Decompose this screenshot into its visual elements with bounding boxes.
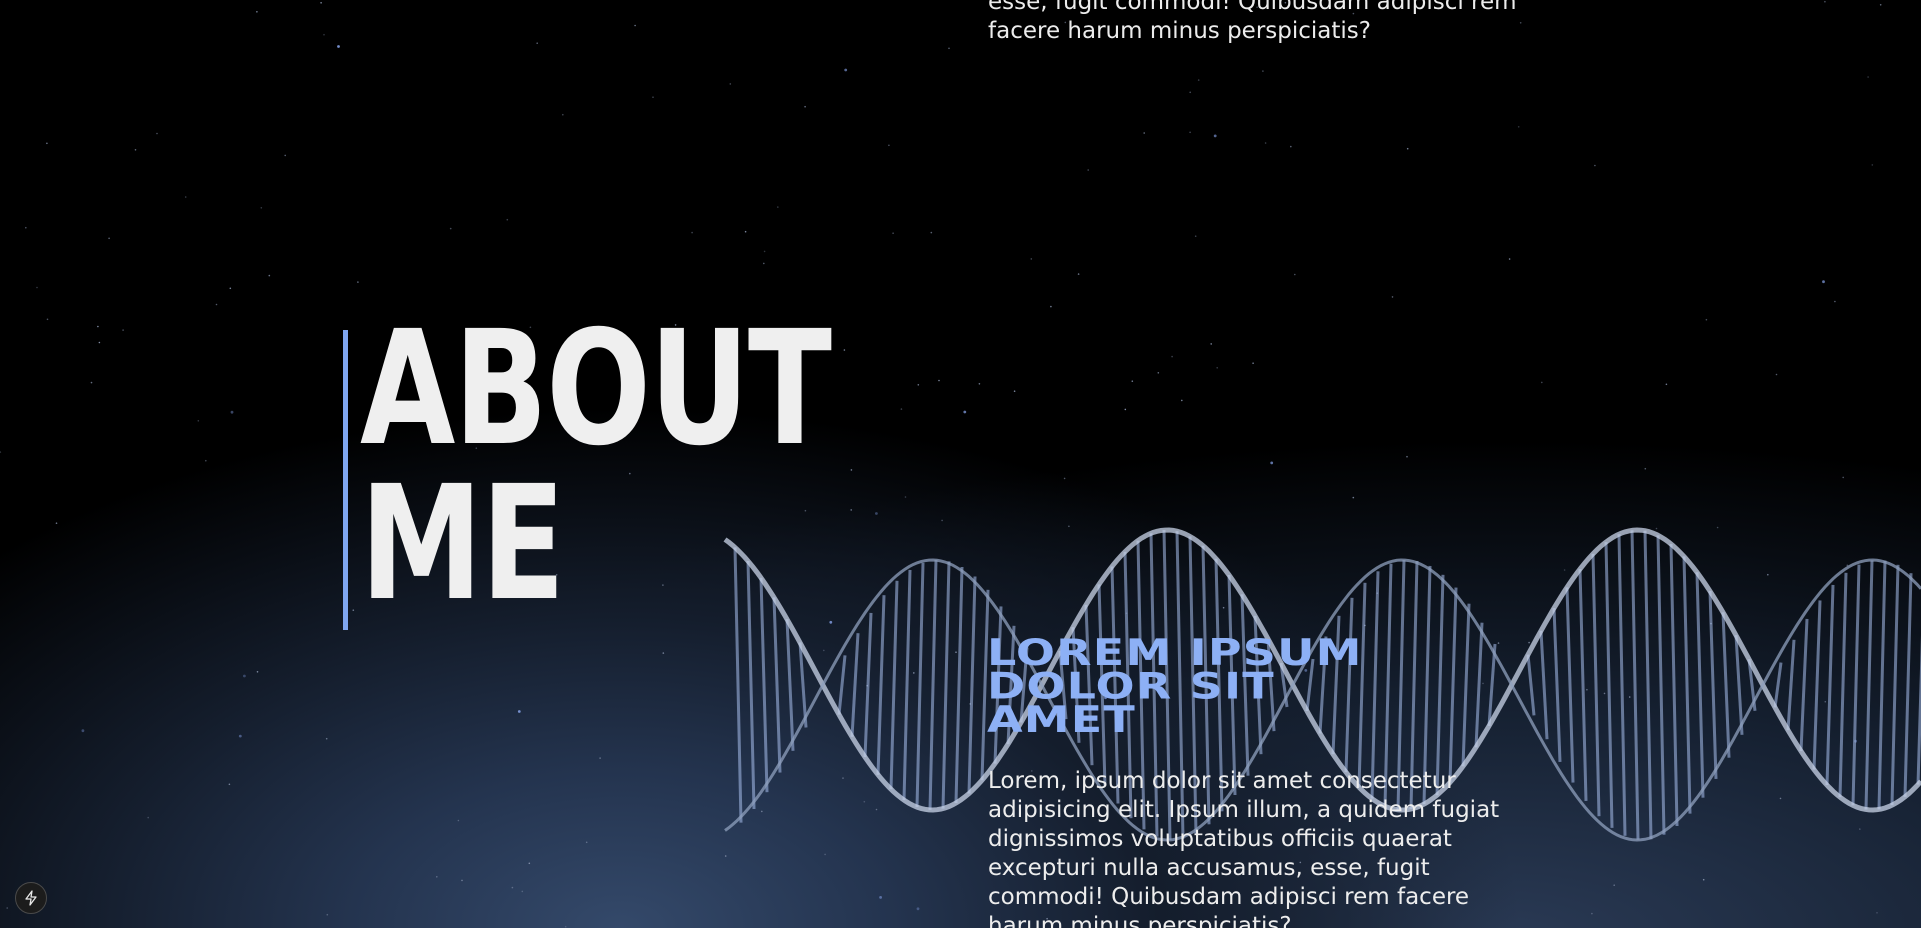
- dna-rung: [1825, 584, 1835, 786]
- dna-rung: [1734, 635, 1744, 735]
- dna-rung: [1838, 572, 1848, 798]
- dna-rung: [1851, 564, 1861, 806]
- dna-rung: [850, 633, 860, 737]
- dna-rung: [928, 560, 938, 810]
- dna-rung: [1682, 556, 1692, 814]
- dna-rung: [1695, 572, 1705, 798]
- dna-rung: [1877, 560, 1887, 810]
- dna-rung: [1526, 654, 1536, 716]
- dna-rung: [954, 566, 964, 804]
- intro-paragraph: esse, fugit commodi! Quibusdam adipisci …: [988, 0, 1517, 44]
- dna-rung: [1890, 564, 1900, 806]
- dev-tools-button[interactable]: [15, 882, 47, 914]
- dna-rung: [1461, 603, 1471, 767]
- dna-rung: [967, 576, 977, 794]
- dna-rung: [1435, 574, 1445, 796]
- dna-rung: [1656, 535, 1666, 835]
- dna-rung: [1812, 600, 1822, 770]
- dna-rung: [876, 595, 886, 775]
- dna-rung: [915, 562, 925, 808]
- dna-rung: [1448, 587, 1458, 783]
- section-heading: LOREM IPSUM DOLOR SIT AMET: [987, 635, 1363, 742]
- about-title: ABOUT ME: [360, 297, 832, 636]
- dna-rung: [1539, 630, 1549, 740]
- dna-rung: [1630, 530, 1640, 840]
- dna-rung: [837, 655, 847, 715]
- dna-rung: [941, 561, 951, 809]
- dna-rung: [1604, 542, 1614, 828]
- dna-rung: [1552, 608, 1562, 762]
- about-accent-bar: [343, 330, 348, 630]
- dna-rung: [1578, 569, 1588, 801]
- dna-rung: [772, 597, 782, 773]
- dna-rung: [1643, 530, 1653, 840]
- dna-rung: [1786, 639, 1796, 731]
- about-title-line-1: ABOUT: [360, 297, 832, 481]
- dna-rung: [1617, 534, 1627, 836]
- dna-rung: [1773, 662, 1783, 708]
- bolt-icon: [25, 890, 37, 906]
- dna-rung: [863, 612, 873, 758]
- dna-rung: [1565, 587, 1575, 783]
- section-heading-line-3: AMET: [987, 699, 1136, 742]
- dna-rung: [1864, 560, 1874, 810]
- dna-rung: [902, 569, 912, 801]
- about-title-line-2: ME: [360, 452, 565, 636]
- dna-rung: [889, 580, 899, 790]
- section-body: Lorem, ipsum dolor sit amet consectetur …: [988, 768, 1500, 928]
- page: esse, fugit commodi! Quibusdam adipisci …: [0, 0, 1921, 928]
- dna-rung: [1903, 573, 1913, 797]
- dna-rung: [1474, 622, 1484, 748]
- dna-rung: [1708, 591, 1718, 779]
- dna-rung: [1669, 543, 1679, 827]
- dna-rung: [1799, 618, 1809, 752]
- dna-rung: [1721, 612, 1731, 758]
- dna-rung: [1591, 553, 1601, 817]
- dna-rung: [1370, 571, 1380, 799]
- dna-rung: [785, 619, 795, 751]
- dna-helix-illustration: [723, 527, 1921, 842]
